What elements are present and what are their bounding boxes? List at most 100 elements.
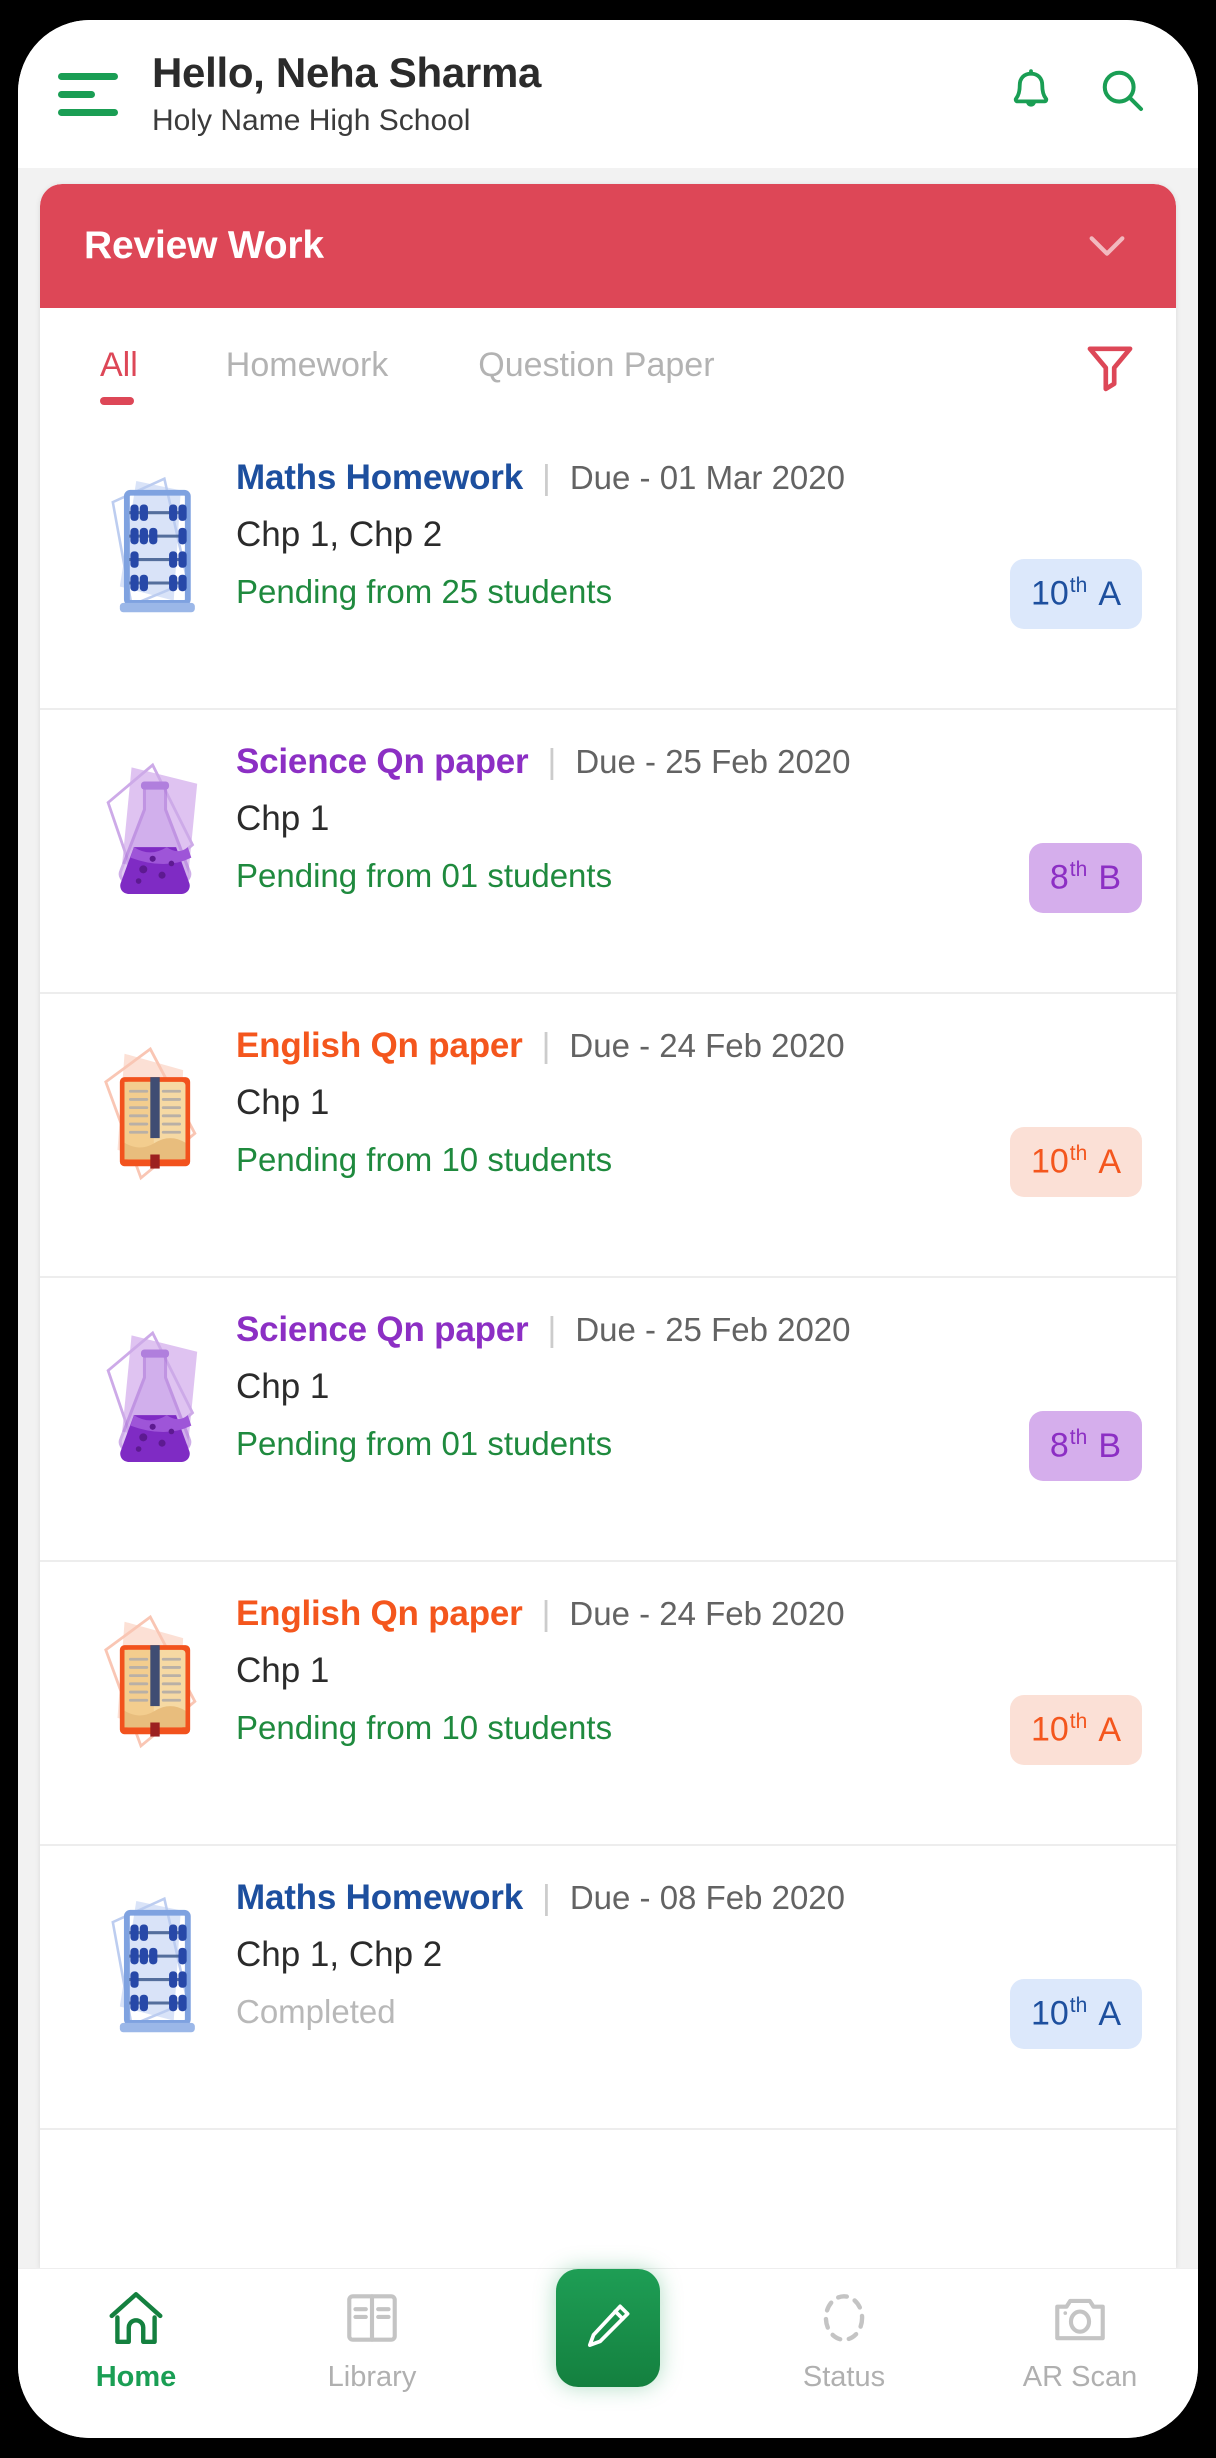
nav-label-home: Home bbox=[96, 2361, 177, 2394]
page-body: Review Work All Homework Question Paper bbox=[18, 168, 1198, 2268]
work-item-details: Maths Homework | Due - 08 Feb 2020 Chp 1… bbox=[214, 1872, 1010, 2031]
header-actions bbox=[1004, 64, 1150, 124]
book-icon bbox=[96, 1610, 214, 1760]
phone-frame: Hello, Neha Sharma Holy Name High School bbox=[18, 20, 1198, 2438]
work-item-chapters: Chp 1, Chp 2 bbox=[236, 515, 1010, 555]
work-item-chapters: Chp 1, Chp 2 bbox=[236, 1935, 1010, 1975]
review-work-header[interactable]: Review Work bbox=[40, 184, 1176, 308]
work-list-item[interactable]: Science Qn paper | Due - 25 Feb 2020 Chp… bbox=[40, 1278, 1176, 1562]
class-ordinal: th bbox=[1070, 1710, 1088, 1733]
work-list-item[interactable]: Maths Homework | Due - 08 Feb 2020 Chp 1… bbox=[40, 1846, 1176, 2130]
work-item-due-date: Due - 01 Mar 2020 bbox=[570, 459, 845, 497]
work-list-item[interactable]: Maths Homework | Due - 01 Mar 2020 Chp 1… bbox=[40, 426, 1176, 710]
work-item-status: Pending from 01 students bbox=[236, 1425, 1029, 1463]
flask-icon bbox=[96, 1326, 214, 1476]
app-header: Hello, Neha Sharma Holy Name High School bbox=[18, 20, 1198, 168]
filter-icon[interactable] bbox=[1082, 339, 1138, 395]
hamburger-line bbox=[58, 91, 95, 98]
work-item-separator: | bbox=[547, 1311, 556, 1350]
work-item-subject: Science Qn paper bbox=[236, 1310, 528, 1350]
class-section: A bbox=[1098, 1995, 1121, 2033]
tab-question-paper[interactable]: Question Paper bbox=[478, 346, 714, 389]
work-item-headline: English Qn paper | Due - 24 Feb 2020 bbox=[236, 1594, 1010, 1634]
class-badge[interactable]: 10th A bbox=[1010, 1695, 1142, 1764]
class-number: 10 bbox=[1031, 1711, 1069, 1749]
nav-item-library[interactable]: Library bbox=[254, 2287, 490, 2394]
work-item-details: Science Qn paper | Due - 25 Feb 2020 Chp… bbox=[214, 1304, 1029, 1463]
nav-label-library: Library bbox=[328, 2361, 417, 2394]
work-item-status: Pending from 25 students bbox=[236, 573, 1010, 611]
book-open-icon bbox=[341, 2287, 403, 2349]
class-number: 8 bbox=[1050, 859, 1069, 897]
nav-item-status[interactable]: Status bbox=[726, 2287, 962, 2394]
hamburger-line bbox=[58, 109, 118, 116]
bottom-navigation: Home Library bbox=[18, 2268, 1198, 2438]
work-list-item[interactable]: English Qn paper | Due - 24 Feb 2020 Chp… bbox=[40, 1562, 1176, 1846]
class-badge[interactable]: 10th A bbox=[1010, 559, 1142, 628]
work-item-due-date: Due - 08 Feb 2020 bbox=[570, 1879, 845, 1917]
nav-item-home[interactable]: Home bbox=[18, 2287, 254, 2394]
work-item-status: Pending from 10 students bbox=[236, 1141, 1010, 1179]
work-item-chapters: Chp 1 bbox=[236, 1083, 1010, 1123]
work-item-details: Science Qn paper | Due - 25 Feb 2020 Chp… bbox=[214, 736, 1029, 895]
work-item-due-date: Due - 25 Feb 2020 bbox=[575, 1311, 850, 1349]
dashed-circle-icon bbox=[813, 2287, 875, 2349]
work-item-due-date: Due - 24 Feb 2020 bbox=[569, 1595, 844, 1633]
class-ordinal: th bbox=[1070, 1994, 1088, 2017]
class-badge[interactable]: 10thA bbox=[1010, 1127, 1142, 1196]
book-icon bbox=[96, 1610, 214, 1760]
review-work-title: Review Work bbox=[84, 224, 324, 268]
work-item-details: Maths Homework | Due - 01 Mar 2020 Chp 1… bbox=[214, 452, 1010, 611]
work-item-chapters: Chp 1 bbox=[236, 1367, 1029, 1407]
bell-icon[interactable] bbox=[1004, 64, 1058, 118]
work-item-status: Pending from 01 students bbox=[236, 857, 1029, 895]
work-list-item[interactable]: English Qn paper | Due - 24 Feb 2020 Chp… bbox=[40, 994, 1176, 1278]
class-section: A bbox=[1098, 575, 1121, 613]
work-item-subject: English Qn paper bbox=[236, 1594, 523, 1634]
nav-label-ar-scan: AR Scan bbox=[1023, 2361, 1137, 2394]
work-item-headline: Science Qn paper | Due - 25 Feb 2020 bbox=[236, 1310, 1029, 1350]
greeting-block: Hello, Neha Sharma Holy Name High School bbox=[152, 49, 1004, 140]
work-item-chapters: Chp 1 bbox=[236, 1651, 1010, 1691]
class-ordinal: th bbox=[1070, 574, 1088, 597]
abacus-icon bbox=[96, 474, 214, 624]
hamburger-line bbox=[58, 73, 118, 80]
work-item-due-date: Due - 25 Feb 2020 bbox=[575, 743, 850, 781]
class-badge[interactable]: 10thA bbox=[1010, 1979, 1142, 2048]
work-item-separator: | bbox=[547, 743, 556, 782]
camera-icon bbox=[1049, 2287, 1111, 2349]
hamburger-icon[interactable] bbox=[58, 66, 124, 122]
home-icon bbox=[105, 2287, 167, 2349]
book-icon bbox=[96, 1042, 214, 1192]
work-item-headline: Science Qn paper | Due - 25 Feb 2020 bbox=[236, 742, 1029, 782]
search-icon[interactable] bbox=[1096, 64, 1150, 118]
work-item-subject: Maths Homework bbox=[236, 458, 523, 498]
work-item-chapters: Chp 1 bbox=[236, 799, 1029, 839]
page-title: Hello, Neha Sharma bbox=[152, 49, 1004, 96]
work-item-details: English Qn paper | Due - 24 Feb 2020 Chp… bbox=[214, 1588, 1010, 1747]
flask-icon bbox=[96, 1326, 214, 1476]
work-item-due-date: Due - 24 Feb 2020 bbox=[569, 1027, 844, 1065]
class-number: 10 bbox=[1031, 575, 1069, 613]
work-item-status: Completed bbox=[236, 1993, 1010, 2031]
class-number: 10 bbox=[1031, 1143, 1069, 1181]
work-list-item[interactable]: Science Qn paper | Due - 25 Feb 2020 Chp… bbox=[40, 710, 1176, 994]
chevron-down-icon[interactable] bbox=[1084, 231, 1130, 261]
pencil-icon bbox=[580, 2298, 636, 2359]
work-item-separator: | bbox=[542, 459, 551, 498]
book-icon bbox=[96, 1042, 214, 1192]
flask-icon bbox=[96, 758, 214, 908]
create-fab-button[interactable] bbox=[556, 2269, 660, 2387]
class-badge[interactable]: 8thB bbox=[1029, 843, 1142, 912]
class-badge[interactable]: 8thB bbox=[1029, 1411, 1142, 1480]
class-section: B bbox=[1098, 859, 1121, 897]
class-number: 8 bbox=[1050, 1427, 1069, 1465]
tab-homework[interactable]: Homework bbox=[226, 346, 388, 389]
work-item-status: Pending from 10 students bbox=[236, 1709, 1010, 1747]
work-item-separator: | bbox=[542, 1879, 551, 1918]
nav-item-ar-scan[interactable]: AR Scan bbox=[962, 2287, 1198, 2394]
tab-all[interactable]: All bbox=[100, 346, 138, 389]
review-work-card: Review Work All Homework Question Paper bbox=[40, 184, 1176, 2268]
class-section: A bbox=[1098, 1711, 1121, 1749]
work-list[interactable]: Maths Homework | Due - 01 Mar 2020 Chp 1… bbox=[40, 426, 1176, 2268]
